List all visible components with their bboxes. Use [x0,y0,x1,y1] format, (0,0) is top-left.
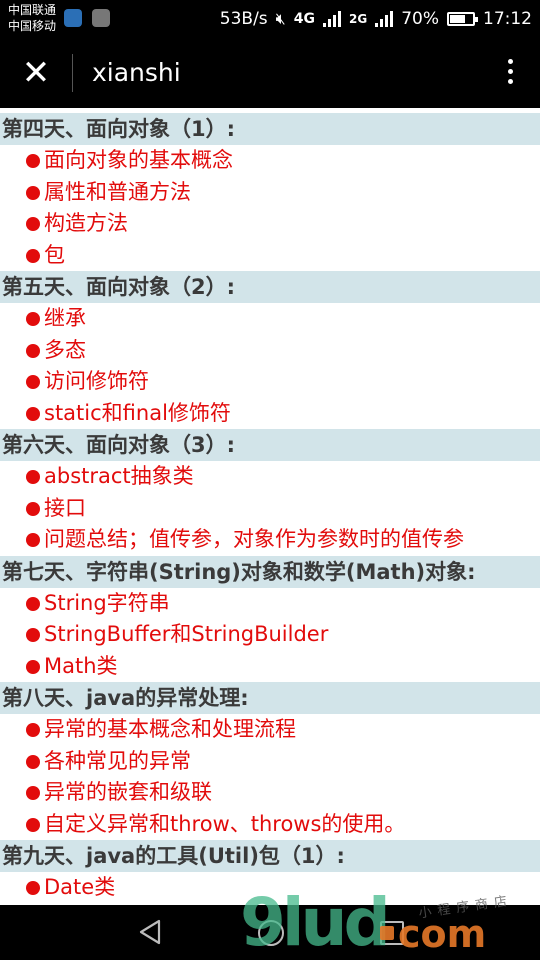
list-item-label: 属性和普通方法 [44,179,191,204]
back-icon[interactable] [138,919,162,945]
list-item-label: 访问修饰符 [44,369,149,393]
battery-percent: 70% [401,9,439,29]
bullet-icon [26,533,40,547]
section-heading: 第八天、java的异常处理: [0,682,540,714]
list-item: 访问修饰符 [0,366,540,398]
list-item: 多态 [0,335,540,367]
list-item-label: 接口 [44,495,86,520]
section-heading: 第六天、面向对象（3）: [0,429,540,461]
list-item: 面向对象的基本概念 [0,145,540,177]
list-item-label: 异常的嵌套和级联 [44,780,212,804]
list-item-label: 继承 [44,306,86,330]
bullet-icon [26,501,40,516]
clock: 17:12 [483,9,532,29]
navigation-bar [0,905,540,960]
bullet-icon [26,375,40,389]
list-item-label: static和final修饰符 [44,400,231,425]
list-item: Math类 [0,651,540,683]
list-item-label: abstract抽象类 [44,464,194,488]
bullet-icon [26,786,40,800]
more-vertical-icon[interactable] [502,56,518,90]
net-4g-label: 4G [293,11,315,27]
list-item: Date类 [0,872,540,904]
list-item: StringBuffer和StringBuilder [0,619,540,651]
content-list[interactable]: 第四天、面向对象（1）: 面向对象的基本概念 属性和普通方法 构造方法包第五天、面向对… [0,113,540,905]
notification-app-icon [64,9,82,27]
list-item-label: String字符串 [44,590,170,615]
bullet-icon [26,817,40,832]
list-item: 构造方法 [0,208,540,240]
list-item: 异常的基本概念和处理流程 [0,714,540,746]
list-item: 异常的嵌套和级联 [0,777,540,809]
signal-2g-icon [375,11,394,27]
net-2g-label: 2G [349,12,368,26]
bullet-icon [26,659,40,674]
carrier-names: 中国联通 中国移动 [8,2,56,34]
list-item: String字符串 [0,588,540,620]
list-item-label: 各种常见的异常 [44,748,191,773]
list-item-label: 包 [44,242,65,267]
carrier-1: 中国联通 [8,3,57,17]
bullet-icon [26,343,40,358]
close-icon[interactable]: ✕ [16,54,56,94]
list-item-label: 多态 [44,337,86,362]
list-item-label: 异常的基本概念和处理流程 [44,717,296,741]
list-item: 问题总结；值传参，对象作为参数时的值传参 [0,524,540,556]
home-icon[interactable] [258,920,284,946]
bullet-icon [26,596,40,611]
recent-apps-icon[interactable] [380,921,404,945]
net-speed: 53B/s [219,9,268,29]
bullet-icon [26,881,40,895]
list-item: 接口 [0,493,540,525]
battery-fill [450,15,466,23]
bullet-icon [26,470,40,484]
bullet-icon [26,185,40,200]
list-item: 包 [0,240,540,272]
bullet-icon [26,754,40,769]
bullet-icon [26,628,40,642]
bullet-icon [26,312,40,326]
list-item-label: 问题总结；值传参，对象作为参数时的值传参 [44,527,464,551]
list-item-label: 自定义异常和throw、throws的使用。 [44,811,406,836]
section-heading: 第五天、面向对象（2）: [0,271,540,303]
list-item: static和final修饰符 [0,398,540,430]
list-item: 各种常见的异常 [0,746,540,778]
list-item-label: Date类 [44,875,116,899]
section-heading: 第四天、面向对象（1）: [0,113,540,145]
status-bar: 中国联通 中国移动 53B/s 🔇︎ 4G 2G 70% 17:12 [0,0,540,38]
carrier-2: 中国移动 [8,19,57,33]
app-bar-divider [72,54,73,92]
bullet-icon [26,406,40,421]
bullet-icon [26,248,40,263]
section-heading: 第九天、java的工具(Util)包（1）: [0,840,540,872]
status-indicators: 53B/s 🔇︎ 4G 2G 70% 17:12 [220,9,532,29]
bullet-icon [26,723,40,737]
list-item: abstract抽象类 [0,461,540,493]
list-item-label: Math类 [44,653,118,678]
battery-icon [447,12,478,26]
bullet-icon [26,217,40,231]
notification-image-icon [92,9,110,27]
signal-4g-icon [323,11,341,27]
list-item: 继承 [0,303,540,335]
bullet-icon [26,154,40,168]
page-title: xianshi [92,58,181,87]
list-item-label: 构造方法 [44,211,128,235]
list-item-label: StringBuffer和StringBuilder [44,622,329,646]
list-item-label: 面向对象的基本概念 [44,148,233,172]
list-item: 自定义异常和throw、throws的使用。 [0,809,540,841]
list-item: 属性和普通方法 [0,177,540,209]
section-heading: 第七天、字符串(String)对象和数学(Math)对象: [0,555,540,588]
app-bar: ✕ xianshi [0,38,540,108]
mute-icon: 🔇︎ [275,9,286,28]
